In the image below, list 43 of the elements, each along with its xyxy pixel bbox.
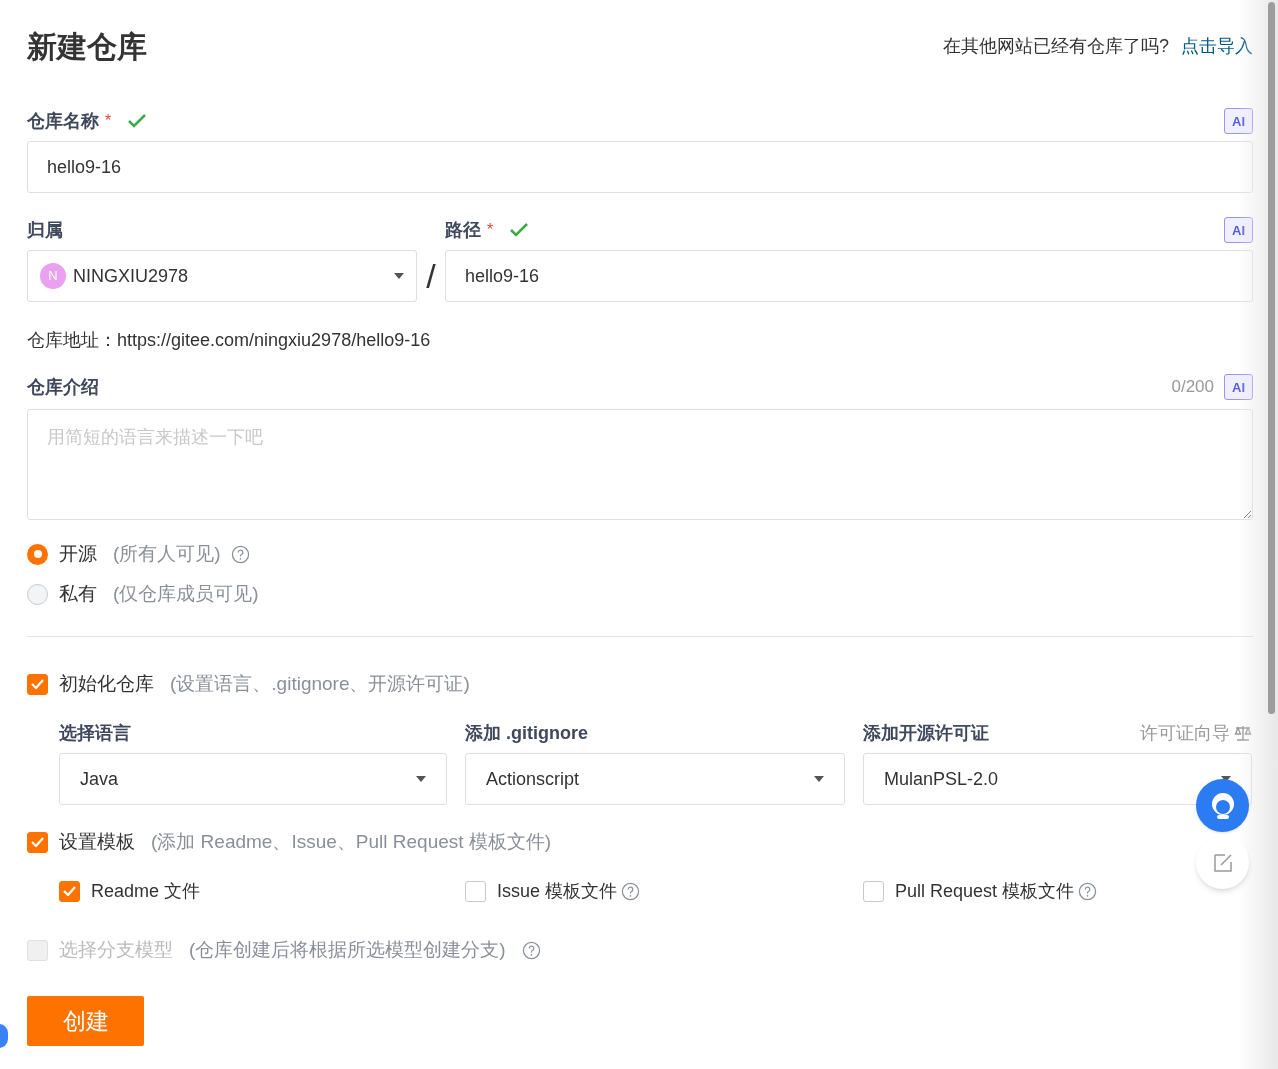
field-label: 仓库名称	[27, 109, 99, 133]
dropdown-select[interactable]: MulanPSL-2.0	[863, 753, 1252, 805]
radio-label: 私有	[59, 581, 97, 606]
owner-select[interactable]: N NINGXIU2978	[27, 250, 417, 302]
ai-button[interactable]: AI	[1224, 108, 1253, 134]
radio-hint: (仅仓库成员可见)	[113, 581, 259, 606]
checkbox-label: Pull Request 模板文件	[895, 879, 1075, 903]
field-label: 归属	[27, 218, 63, 242]
select-value: MulanPSL-2.0	[884, 767, 999, 791]
radio-label: 开源	[59, 541, 97, 566]
page-title: 新建仓库	[27, 28, 147, 65]
import-link[interactable]: 点击导入	[1181, 32, 1253, 60]
ai-button[interactable]: AI	[1224, 217, 1253, 243]
name-input[interactable]: hello9-16	[27, 141, 1253, 193]
field-label: 选择语言	[59, 721, 131, 745]
owner-name: NINGXIU2978	[73, 264, 190, 288]
checkbox-label: 初始化仓库	[59, 671, 154, 696]
address-url: https://gitee.com/ningxiu2978/hello9-16	[117, 329, 431, 352]
checkbox-hint: (添加 Readme、Issue、Pull Request 模板文件)	[151, 829, 552, 854]
checkbox-hint: (设置语言、.gitignore、开源许可证)	[170, 671, 470, 696]
select-value: Java	[80, 767, 119, 791]
checkbox-hint: (仓库创建后将根据所选模型创建分支)	[189, 937, 506, 962]
checkbox-label: Readme 文件	[91, 879, 201, 903]
char-counter: 0/200	[1171, 376, 1214, 399]
checkbox-label: 选择分支模型	[59, 937, 173, 962]
path-separator: /	[425, 256, 437, 297]
dropdown-select[interactable]: Java	[59, 753, 447, 805]
radio-hint: (所有人可见)	[113, 541, 221, 566]
field-label: 添加开源许可证	[863, 721, 989, 745]
field-label: 仓库介绍	[27, 375, 99, 399]
path-input[interactable]: hello9-16	[445, 250, 1253, 302]
required-mark: *	[105, 111, 112, 131]
ai-button[interactable]: AI	[1224, 374, 1253, 400]
checkbox-label: Issue 模板文件	[497, 879, 618, 903]
select-value: Actionscript	[486, 767, 580, 791]
address-label: 仓库地址：	[27, 329, 117, 352]
dropdown-select[interactable]: Actionscript	[465, 753, 845, 805]
field-label: 添加 .gitignore	[465, 721, 588, 745]
import-prompt: 在其他网站已经有仓库了吗?	[943, 34, 1169, 58]
checkbox-label: 设置模板	[59, 829, 135, 854]
field-label: 路径	[445, 218, 481, 242]
required-mark: *	[487, 220, 494, 240]
avatar: N	[40, 263, 66, 289]
